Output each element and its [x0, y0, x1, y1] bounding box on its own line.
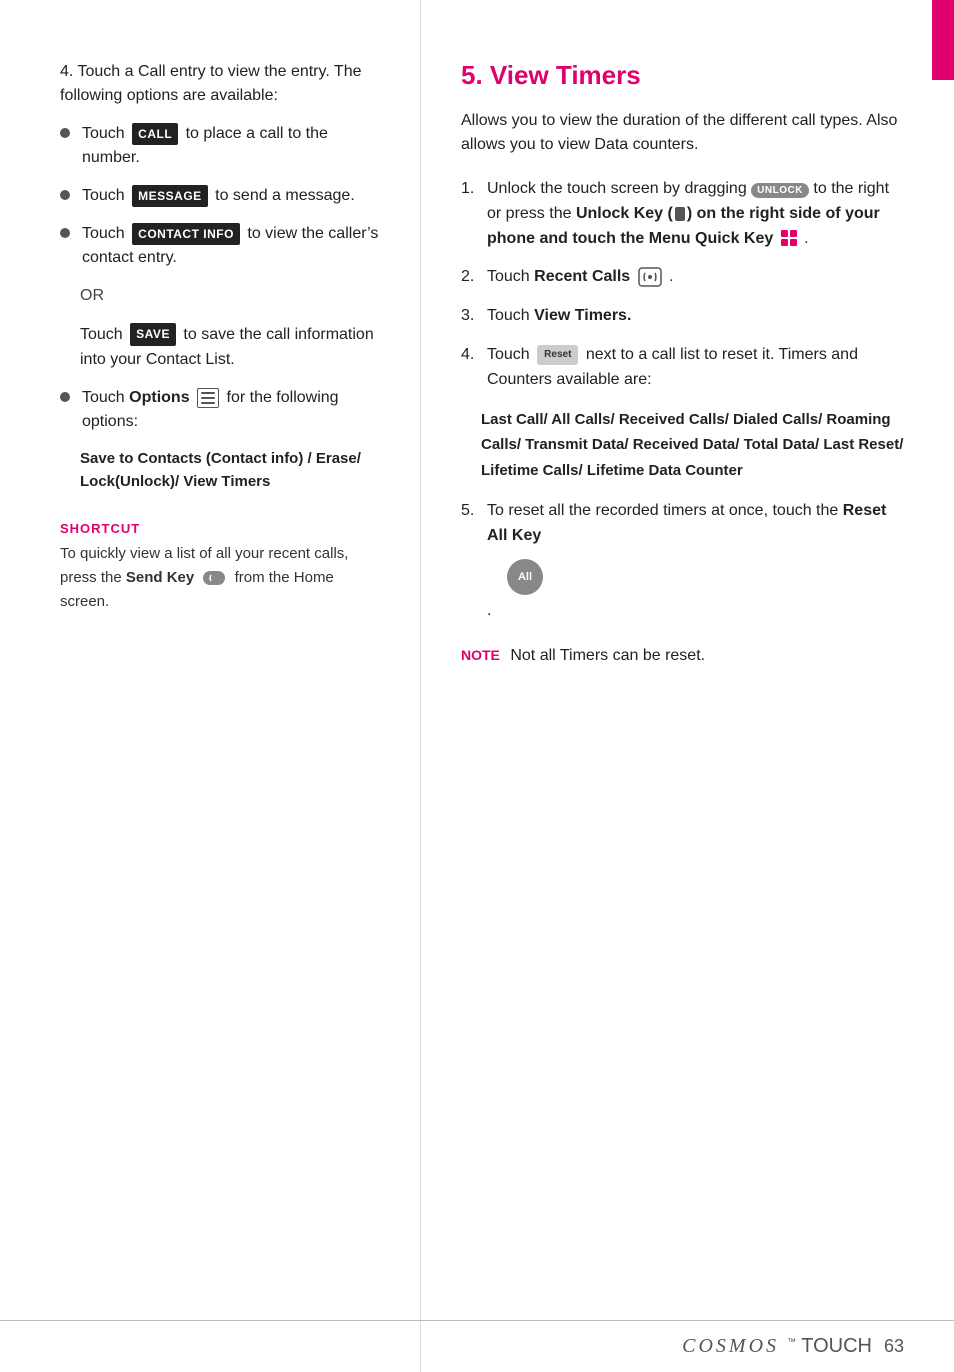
- options-prefix: Touch: [82, 389, 125, 406]
- intro-text: Allows you to view the duration of the d…: [461, 112, 897, 153]
- options-bullet-list: Touch Options for the following options:: [60, 386, 380, 434]
- step1-bold1: Unlock Key (: [576, 205, 673, 222]
- bullet-dot-options: [60, 392, 70, 402]
- note-label: NOTE: [461, 647, 500, 663]
- step2-bold: Recent Calls: [534, 268, 630, 285]
- step-4-content: Touch Reset next to a call list to reset…: [487, 343, 904, 393]
- step-5-num: 5.: [461, 499, 487, 623]
- menu-quick-key-icon: [781, 230, 797, 246]
- brand-touch: ™ TOUCH: [787, 1335, 872, 1358]
- step4-text: 4. Touch a Call entry to view the entry.…: [60, 63, 362, 104]
- step-1-content: Unlock the touch screen by dragging UNLO…: [487, 177, 904, 251]
- step-5-content: To reset all the recorded timers at once…: [487, 499, 904, 623]
- reset-all-container: All .: [487, 559, 904, 624]
- msg-prefix: Touch: [82, 187, 125, 204]
- save-block: Touch SAVE to save the call information …: [60, 323, 380, 373]
- bullet-dot-3: [60, 228, 70, 238]
- step-4-num: 4.: [461, 343, 487, 393]
- bullet-dot-1: [60, 128, 70, 138]
- note-section: NOTE Not all Timers can be reset.: [461, 647, 904, 665]
- bullet-options-text: Touch Options for the following options:: [82, 386, 380, 434]
- section-intro: Allows you to view the duration of the d…: [461, 109, 904, 157]
- reset-icon: Reset: [537, 345, 578, 365]
- bullet-call-text: Touch CALL to place a call to the number…: [82, 122, 380, 170]
- bullet-list: Touch CALL to place a call to the number…: [60, 122, 380, 270]
- contact-info-badge: CONTACT INFO: [132, 223, 240, 245]
- msg-suffix: to send a message.: [215, 187, 355, 204]
- bullet-contact-text: Touch CONTACT INFO to view the caller’s …: [82, 222, 380, 270]
- step3-text1: Touch: [487, 307, 530, 324]
- call-prefix: Touch: [82, 125, 125, 142]
- bullet-options: Touch Options for the following options:: [60, 386, 380, 434]
- step-2-content: Touch Recent Calls .: [487, 265, 904, 290]
- brand-name: COSMOS: [682, 1335, 779, 1358]
- note-text: Not all Timers can be reset.: [510, 647, 705, 664]
- ci-prefix: Touch: [82, 225, 125, 242]
- bullet-call: Touch CALL to place a call to the number…: [60, 122, 380, 170]
- bullet-message-text: Touch MESSAGE to send a message.: [82, 184, 355, 208]
- shortcut-label: SHORTCUT: [60, 521, 380, 536]
- step-3-num: 3.: [461, 304, 487, 329]
- step4-text1: Touch: [487, 346, 530, 363]
- or-text: OR: [80, 287, 104, 304]
- right-column: 5. View Timers Allows you to view the du…: [420, 0, 954, 1372]
- save-prefix: Touch: [80, 326, 123, 343]
- shortcut-section: SHORTCUT To quickly view a list of all y…: [60, 521, 380, 614]
- step-3-content: Touch View Timers.: [487, 304, 904, 329]
- step3-bold: View Timers.: [534, 307, 631, 324]
- save-badge: SAVE: [130, 323, 176, 346]
- step-1-num: 1.: [461, 177, 487, 251]
- step-3: 3. Touch View Timers.: [461, 304, 904, 329]
- reset-all-icon: All: [507, 559, 543, 595]
- section-title: View Timers: [490, 60, 641, 90]
- section-num: 5.: [461, 60, 483, 90]
- call-badge: CALL: [132, 123, 178, 145]
- bullet-dot-2: [60, 190, 70, 200]
- step1-bold3: Menu Quick Key: [649, 230, 773, 247]
- bullet-message: Touch MESSAGE to send a message.: [60, 184, 380, 208]
- step-4-intro: 4. Touch a Call entry to view the entry.…: [60, 60, 380, 108]
- page-container: 4. Touch a Call entry to view the entry.…: [0, 0, 954, 1372]
- send-key-icon: [201, 568, 227, 588]
- right-tab: [932, 0, 954, 80]
- bottom-bar: COSMOS ™ TOUCH 63: [0, 1320, 954, 1372]
- step-4: 4. Touch Reset next to a call list to re…: [461, 343, 904, 393]
- step-2: 2. Touch Recent Calls .: [461, 265, 904, 290]
- unlock-icon: UNLOCK: [751, 183, 809, 198]
- step-2-num: 2.: [461, 265, 487, 290]
- message-badge: MESSAGE: [132, 185, 208, 207]
- step-5: 5. To reset all the recorded timers at o…: [461, 499, 904, 623]
- step5-text1: To reset all the recorded timers at once…: [487, 502, 838, 519]
- options-detail: Save to Contacts (Contact info) / Erase/…: [60, 448, 380, 493]
- left-column: 4. Touch a Call entry to view the entry.…: [0, 0, 420, 1372]
- calls-list: Last Call/ All Calls/ Received Calls/ Di…: [461, 407, 904, 484]
- bullet-contact-info: Touch CONTACT INFO to view the caller’s …: [60, 222, 380, 270]
- options-bold: Options: [129, 389, 189, 406]
- options-detail-text: Save to Contacts (Contact info) / Erase/…: [80, 450, 361, 490]
- shortcut-text: To quickly view a list of all your recen…: [60, 542, 380, 614]
- step2-text1: Touch: [487, 268, 530, 285]
- save-suffix: to save the call information into your C…: [80, 326, 374, 368]
- options-icon: [197, 388, 219, 408]
- page-number: 63: [884, 1336, 904, 1357]
- section-heading: 5. View Timers: [461, 60, 904, 91]
- key-icon: [675, 207, 685, 221]
- step1-text1: Unlock the touch screen by dragging: [487, 180, 747, 197]
- touch-label: TOUCH: [801, 1335, 872, 1357]
- recent-calls-icon: [638, 267, 662, 287]
- step-1: 1. Unlock the touch screen by dragging U…: [461, 177, 904, 251]
- send-key-label: Send Key: [126, 569, 194, 586]
- or-divider: OR: [60, 284, 380, 309]
